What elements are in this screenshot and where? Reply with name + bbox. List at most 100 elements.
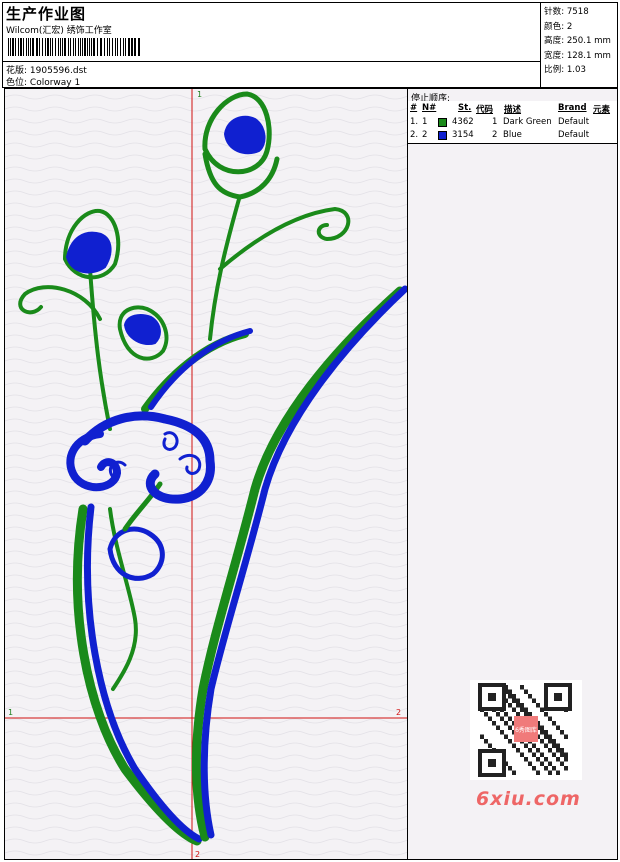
marker-bottom: 2 [195,850,200,859]
barcode-bar [10,38,11,56]
qr-module [556,725,560,730]
barcode-bar [112,38,113,56]
qr-module [536,770,540,775]
qr-module [528,748,532,753]
design-canvas: 1 1 2 2 [4,88,409,860]
qr-module [520,752,524,757]
qr-module [504,734,508,739]
qr-module [500,730,504,735]
qr-module [560,730,564,735]
barcode-bar [104,38,105,56]
qr-module [480,734,484,739]
qr-module [508,716,512,721]
page-title: 生产作业图 [6,5,87,23]
col-header: N# [422,103,437,113]
col-header: 描述 [504,105,522,115]
barcode-bar [134,38,136,56]
qr-module [536,748,540,753]
barcode-bar [89,38,90,56]
qr-module [512,694,516,699]
qr-module [528,761,532,766]
col-header: # [410,103,418,113]
qr-module [540,761,544,766]
barcode-bar [23,38,24,56]
qr-module [548,716,552,721]
qr-module [524,743,528,748]
barcode-bar [36,38,38,56]
qr-module [564,757,568,762]
embroidery-drawing: 1 1 2 2 [5,89,409,859]
qr-module [556,748,560,753]
col-header: 代码 [476,105,494,115]
qr-module [516,748,520,753]
qr-module [508,689,512,694]
qr-module [560,748,564,753]
barcode-bar [123,38,124,56]
col-header: 元素 [593,105,611,115]
qr-module [532,743,536,748]
barcode-bar [15,38,16,56]
table-row: 1. 1 4362 1 Dark Green Default [410,117,590,127]
barcode-bar [131,38,133,56]
barcode-bar [42,38,43,56]
qr-module [540,707,544,712]
qr-module [564,766,568,771]
qr-module [528,712,532,717]
qr-module [508,766,512,771]
qr-pattern: 6秀图库 [478,683,572,777]
barcode-bar [97,38,98,56]
qr-module [520,703,524,708]
barcode-bar [91,38,92,56]
barcode-bar [8,38,9,56]
barcode-bar [68,38,69,56]
qr-code: 6秀图库 [470,680,582,780]
barcode-bar [84,38,86,56]
qr-module [484,712,488,717]
qr-module [544,766,548,771]
qr-module [548,748,552,753]
barcode-bar [47,38,49,56]
barcode-bar [80,38,81,56]
qr-module [500,716,504,721]
qr-module [528,694,532,699]
barcode-bar [45,38,46,56]
qr-finder-center [554,693,562,701]
qr-finder-center [488,693,496,701]
qr-module [524,757,528,762]
qr-module [520,685,524,690]
qr-module [516,698,520,703]
colorway: 色位: Colorway 1 [6,78,81,88]
qr-module [536,703,540,708]
qr-module [512,707,516,712]
qr-module [504,721,508,726]
qr-module [524,712,528,717]
bud-top-fill [223,115,266,155]
barcode-bar [93,38,95,56]
qr-module [540,752,544,757]
qr-module [532,766,536,771]
barcode-bar [107,38,108,56]
watermark: 6xiu.com [476,788,581,810]
barcode-bar [117,38,118,56]
stats-panel: 针数: 7518 颜色: 2 高度: 250.1 mm 宽度: 128.1 mm… [540,2,618,88]
barcode-bar [138,38,140,56]
color-swatch [438,118,447,127]
barcode-bar [58,38,59,56]
qr-module [544,734,548,739]
qr-module [516,712,520,717]
marker-top: 1 [197,90,202,99]
qr-module [524,689,528,694]
qr-module [516,703,520,708]
stat-scale: 比例: 1.03 [544,65,586,75]
qr-module [512,770,516,775]
qr-module [556,743,560,748]
qr-module [488,743,492,748]
barcode-bar [87,38,88,56]
qr-module [544,743,548,748]
qr-module [496,725,500,730]
barcode-bar [32,38,34,56]
qr-module [544,757,548,762]
qr-module [552,721,556,726]
qr-module [564,752,568,757]
barcode-bar [109,38,110,56]
